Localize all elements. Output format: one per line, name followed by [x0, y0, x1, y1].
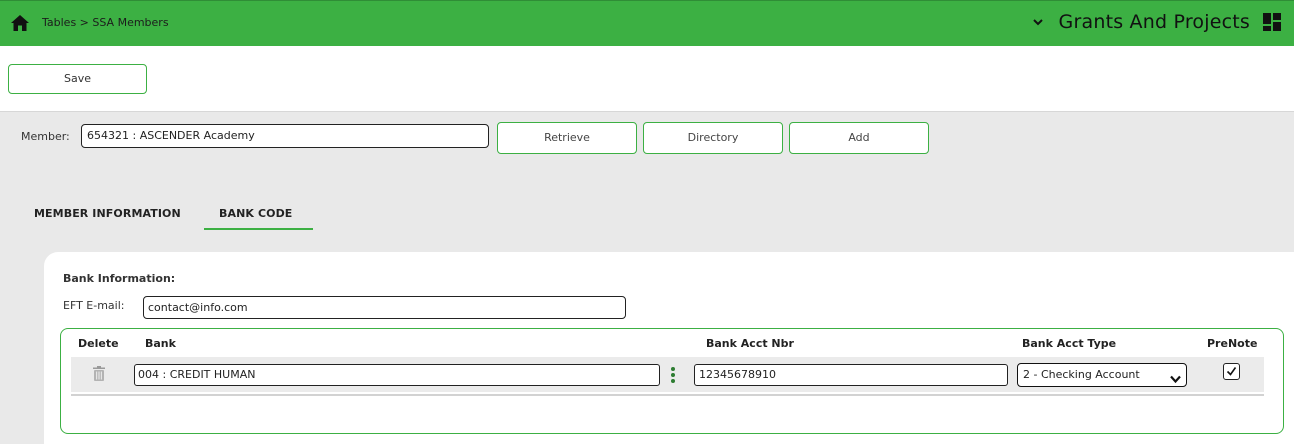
column-header-delete: Delete: [78, 337, 119, 350]
save-button[interactable]: Save: [8, 64, 147, 94]
bank-information-heading: Bank Information:: [63, 272, 176, 285]
column-header-acct-nbr: Bank Acct Nbr: [706, 337, 794, 350]
top-bar: Tables > SSA Members Grants And Projects: [0, 0, 1294, 46]
chevron-down-icon[interactable]: [1031, 15, 1045, 29]
column-header-acct-type: Bank Acct Type: [1022, 337, 1117, 350]
breadcrumb[interactable]: Tables > SSA Members: [42, 16, 169, 29]
bank-acct-nbr-input[interactable]: 12345678910: [694, 364, 1008, 386]
bank-acct-type-select[interactable]: 2 - Checking Account: [1017, 363, 1187, 387]
retrieve-button[interactable]: Retrieve: [497, 122, 637, 154]
tab-member-information[interactable]: MEMBER INFORMATION: [34, 207, 181, 220]
vertical-dots-icon[interactable]: [670, 366, 676, 384]
member-label: Member:: [21, 130, 70, 143]
bank-input[interactable]: 004 : CREDIT HUMAN: [134, 364, 660, 386]
app-title[interactable]: Grants And Projects: [1059, 11, 1250, 33]
eft-email-input[interactable]: contact@info.com: [143, 296, 626, 319]
dashboard-grid-icon[interactable]: [1262, 12, 1282, 32]
row-divider: [71, 394, 1264, 396]
add-button[interactable]: Add: [789, 122, 929, 154]
column-header-prenote: PreNote: [1207, 337, 1258, 350]
member-input[interactable]: 654321 : ASCENDER Academy: [81, 124, 489, 148]
active-tab-indicator: [204, 228, 313, 230]
tab-bank-code[interactable]: BANK CODE: [219, 207, 292, 220]
directory-button[interactable]: Directory: [643, 122, 783, 154]
eft-email-label: EFT E-mail:: [63, 299, 125, 312]
checkmark-icon: [1226, 367, 1237, 376]
bank-acct-type-value: 2 - Checking Account: [1023, 368, 1140, 381]
column-header-bank: Bank: [145, 337, 176, 350]
trash-icon[interactable]: [93, 366, 105, 381]
app-switcher[interactable]: Grants And Projects: [1031, 11, 1282, 33]
home-icon[interactable]: [10, 14, 30, 32]
prenote-checkbox[interactable]: [1223, 363, 1240, 380]
chevron-down-icon: [1170, 370, 1181, 384]
